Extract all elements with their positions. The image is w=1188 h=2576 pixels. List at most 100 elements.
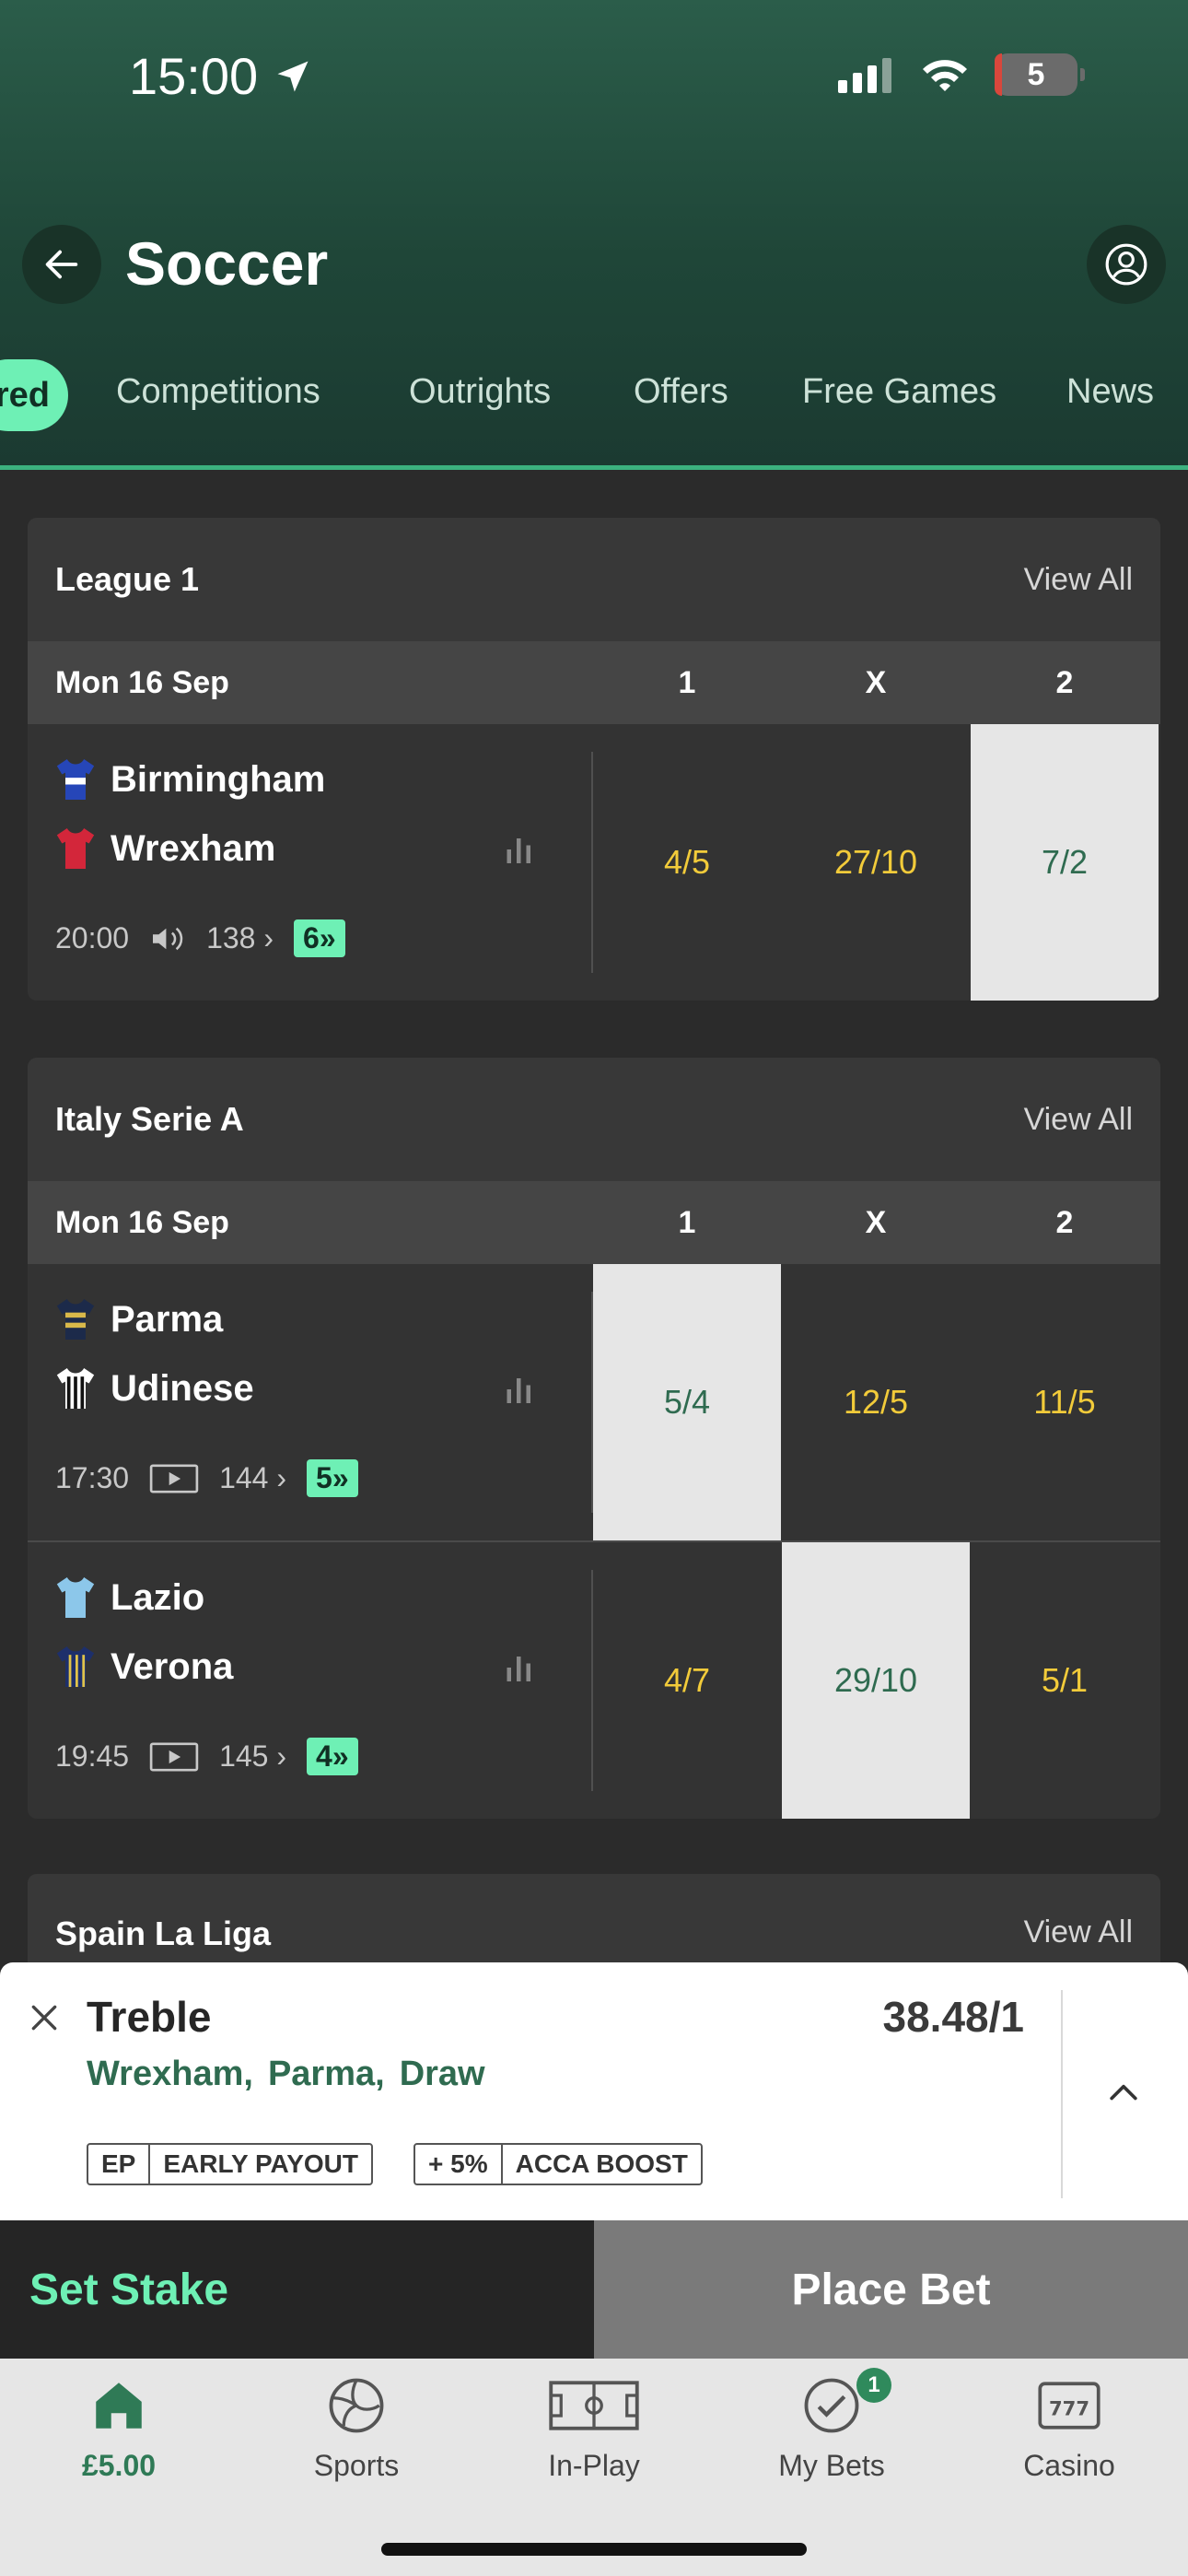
- pitch-icon: [549, 2381, 639, 2430]
- verona-shirt-icon: [56, 1646, 95, 1687]
- chevron-up-icon[interactable]: [1103, 2073, 1144, 2113]
- nav-my-bets[interactable]: 1 My Bets: [713, 2368, 950, 2483]
- odds-home-button[interactable]: 4/5: [593, 724, 781, 1001]
- nav-casino[interactable]: 777 Casino: [950, 2375, 1188, 2483]
- place-bet-button[interactable]: Place Bet: [594, 2220, 1188, 2359]
- match-meta: 20:00 138 › 6»: [55, 919, 345, 957]
- col-away: 2: [1055, 665, 1074, 700]
- tab-news[interactable]: News: [1066, 372, 1154, 412]
- odds-home-button[interactable]: 4/7: [593, 1542, 781, 1819]
- location-arrow-icon: [277, 61, 309, 91]
- match-meta: 19:45 145 › 4»: [55, 1738, 358, 1775]
- home-team-name: Birmingham: [111, 758, 326, 800]
- away-team: Wrexham: [55, 826, 275, 871]
- match-row[interactable]: Parma Udinese 17:30 144 › 5» 5/4 12/5 11…: [28, 1264, 1160, 1540]
- odds-draw-button-selected[interactable]: 29/10: [782, 1542, 970, 1819]
- away-team: Udinese: [55, 1366, 254, 1411]
- status-indicators: 5: [836, 53, 1085, 96]
- nav-in-play[interactable]: In-Play: [475, 2375, 713, 2483]
- lazio-shirt-icon: [56, 1577, 95, 1618]
- match-meta: 17:30 144 › 5»: [55, 1459, 358, 1497]
- tab-offers[interactable]: Offers: [634, 372, 728, 412]
- odds-away-button[interactable]: 11/5: [971, 1264, 1159, 1540]
- markets-count[interactable]: 138 ›: [206, 921, 274, 955]
- home-team-name: Parma: [111, 1298, 224, 1340]
- nav-label: Sports: [313, 2449, 400, 2482]
- tab-free-games[interactable]: Free Games: [802, 372, 996, 412]
- live-stream-icon: [149, 1463, 199, 1493]
- home-team: Lazio: [55, 1575, 204, 1620]
- selection: Wrexham,: [87, 2055, 253, 2093]
- stats-icon[interactable]: [503, 1373, 536, 1406]
- col-away: 2: [1055, 1205, 1074, 1240]
- boost-badge: 4»: [307, 1738, 358, 1775]
- col-home: 1: [678, 665, 696, 700]
- match-row[interactable]: Birmingham Wrexham 20:00 138 › 6» 4/5 27…: [28, 724, 1160, 1001]
- birmingham-shirt-icon: [56, 759, 95, 800]
- home-team: Parma: [55, 1297, 223, 1341]
- user-icon: [1105, 243, 1147, 286]
- close-icon[interactable]: [26, 1999, 63, 2036]
- view-all-link[interactable]: View All: [1024, 562, 1133, 598]
- tab-featured[interactable]: red: [0, 359, 68, 431]
- nav-sports[interactable]: Sports: [238, 2375, 475, 2483]
- battery-level: 5: [1027, 56, 1045, 92]
- header-divider: [0, 465, 1188, 470]
- home-indicator: [381, 2543, 807, 2556]
- markets-count[interactable]: 145 ›: [219, 1739, 286, 1774]
- tab-outrights[interactable]: Outrights: [409, 372, 551, 412]
- home-team-name: Lazio: [111, 1576, 205, 1618]
- acca-boost-badge: + 5% ACCA BOOST: [413, 2143, 703, 2185]
- odds-home-button-selected[interactable]: 5/4: [593, 1264, 781, 1540]
- league-card: Italy Serie A View All Mon 16 Sep 1 X 2 …: [28, 1058, 1160, 1819]
- card-header: Italy Serie A View All: [28, 1058, 1160, 1181]
- league-title: Italy Serie A: [55, 1100, 244, 1138]
- nav-label: Casino: [1023, 2449, 1115, 2482]
- stats-icon[interactable]: [503, 1651, 536, 1684]
- back-button[interactable]: [22, 225, 101, 304]
- markets-count[interactable]: 144 ›: [219, 1461, 286, 1495]
- odds-away-button-selected[interactable]: 7/2: [971, 724, 1159, 1001]
- kickoff-time: 17:30: [55, 1461, 130, 1494]
- arrow-left-icon: [45, 250, 78, 279]
- away-team: Verona: [55, 1645, 233, 1689]
- tab-competitions[interactable]: Competitions: [116, 372, 320, 412]
- league-title: League 1: [55, 560, 200, 598]
- view-all-link[interactable]: View All: [1024, 1102, 1133, 1138]
- signal-icon: [838, 58, 891, 93]
- odds-away-button[interactable]: 5/1: [971, 1542, 1159, 1819]
- view-all-link[interactable]: View All: [1024, 1914, 1133, 1950]
- league-card: League 1 View All Mon 16 Sep 1 X 2 Birmi…: [28, 518, 1160, 1001]
- boost-badge: 6»: [294, 919, 345, 957]
- selection: Draw: [399, 2055, 485, 2093]
- badge-code: + 5%: [428, 2149, 488, 2178]
- match-row[interactable]: Lazio Verona 19:45 145 › 4» 4/7 29/10 5/…: [28, 1540, 1160, 1819]
- page-title: Soccer: [125, 229, 329, 298]
- sport-tabs: red Competitions Outrights Offers Free G…: [0, 359, 1188, 433]
- divider: [1061, 1990, 1063, 2198]
- live-stream-icon: [149, 1741, 199, 1772]
- account-button[interactable]: [1087, 225, 1166, 304]
- svg-text:777: 777: [1049, 2397, 1089, 2420]
- set-stake-button[interactable]: Set Stake: [0, 2220, 594, 2359]
- selection: Parma,: [267, 2055, 385, 2093]
- odds-draw-button[interactable]: 12/5: [782, 1264, 970, 1540]
- odds-draw-button[interactable]: 27/10: [782, 724, 970, 1001]
- home-icon: [96, 2383, 142, 2429]
- badge-label: ACCA BOOST: [500, 2145, 701, 2184]
- early-payout-badge: EP EARLY PAYOUT: [87, 2143, 373, 2185]
- away-team-name: Wrexham: [111, 827, 276, 869]
- kickoff-time: 20:00: [55, 921, 130, 954]
- card-header: League 1 View All: [28, 518, 1160, 641]
- col-draw: X: [865, 1205, 887, 1240]
- boost-badge: 5»: [307, 1459, 358, 1497]
- bet-slip: Treble 38.48/1 Wrexham, Parma, Draw EP E…: [0, 1962, 1188, 2220]
- league-title: Spain La Liga: [55, 1914, 272, 1952]
- bet-type: Treble: [87, 1993, 212, 2041]
- stats-icon[interactable]: [503, 833, 536, 866]
- nav-home[interactable]: £5.00: [0, 2375, 238, 2483]
- bet-odds: 38.48/1: [882, 1993, 1024, 2041]
- soccer-ball-icon: [329, 2378, 384, 2433]
- market-header: Mon 16 Sep 1 X 2: [28, 1181, 1160, 1264]
- market-header: Mon 16 Sep 1 X 2: [28, 641, 1160, 724]
